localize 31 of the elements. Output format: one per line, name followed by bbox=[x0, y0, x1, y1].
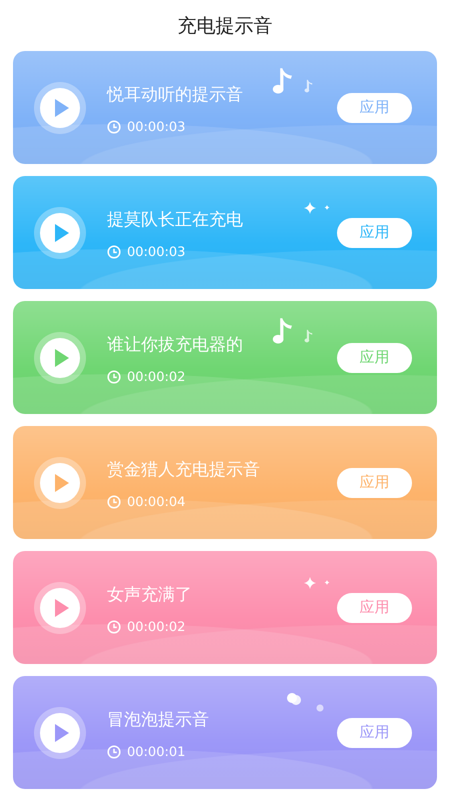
sound-name: 悦耳动听的提示音 bbox=[107, 84, 243, 106]
duration-text: 00:00:03 bbox=[127, 244, 186, 260]
clock-icon bbox=[107, 620, 121, 634]
apply-button[interactable]: 应用 bbox=[337, 468, 412, 498]
apply-button[interactable]: 应用 bbox=[337, 718, 412, 748]
duration-text: 00:00:02 bbox=[127, 620, 186, 634]
play-button[interactable] bbox=[34, 582, 86, 634]
play-button[interactable] bbox=[34, 206, 86, 258]
sound-name: 赏金猎人充电提示音 bbox=[107, 458, 260, 480]
clock-icon bbox=[107, 120, 121, 134]
apply-button[interactable]: 应用 bbox=[337, 92, 412, 122]
duration-text: 00:00:01 bbox=[127, 744, 186, 760]
play-button[interactable] bbox=[34, 706, 86, 758]
play-button[interactable] bbox=[34, 332, 86, 384]
sound-name: 提莫队长正在充电 bbox=[107, 208, 243, 230]
duration-text: 00:00:03 bbox=[127, 120, 186, 134]
duration-text: 00:00:04 bbox=[127, 494, 186, 510]
clock-icon bbox=[107, 745, 121, 759]
sound-name: 女声充满了 bbox=[107, 584, 192, 606]
clock-icon bbox=[107, 370, 121, 384]
play-button[interactable] bbox=[34, 82, 86, 134]
sound-name: 谁让你拔充电器的 bbox=[107, 334, 243, 356]
apply-button[interactable]: 应用 bbox=[337, 342, 412, 372]
duration-text: 00:00:02 bbox=[127, 370, 186, 384]
play-button[interactable] bbox=[34, 456, 86, 508]
clock-icon bbox=[107, 245, 121, 259]
apply-button[interactable]: 应用 bbox=[337, 218, 412, 248]
clock-icon bbox=[107, 495, 121, 509]
apply-button[interactable]: 应用 bbox=[337, 592, 412, 622]
page-title: 充电提示音 bbox=[176, 14, 274, 38]
sound-name: 冒泡泡提示音 bbox=[107, 708, 209, 730]
